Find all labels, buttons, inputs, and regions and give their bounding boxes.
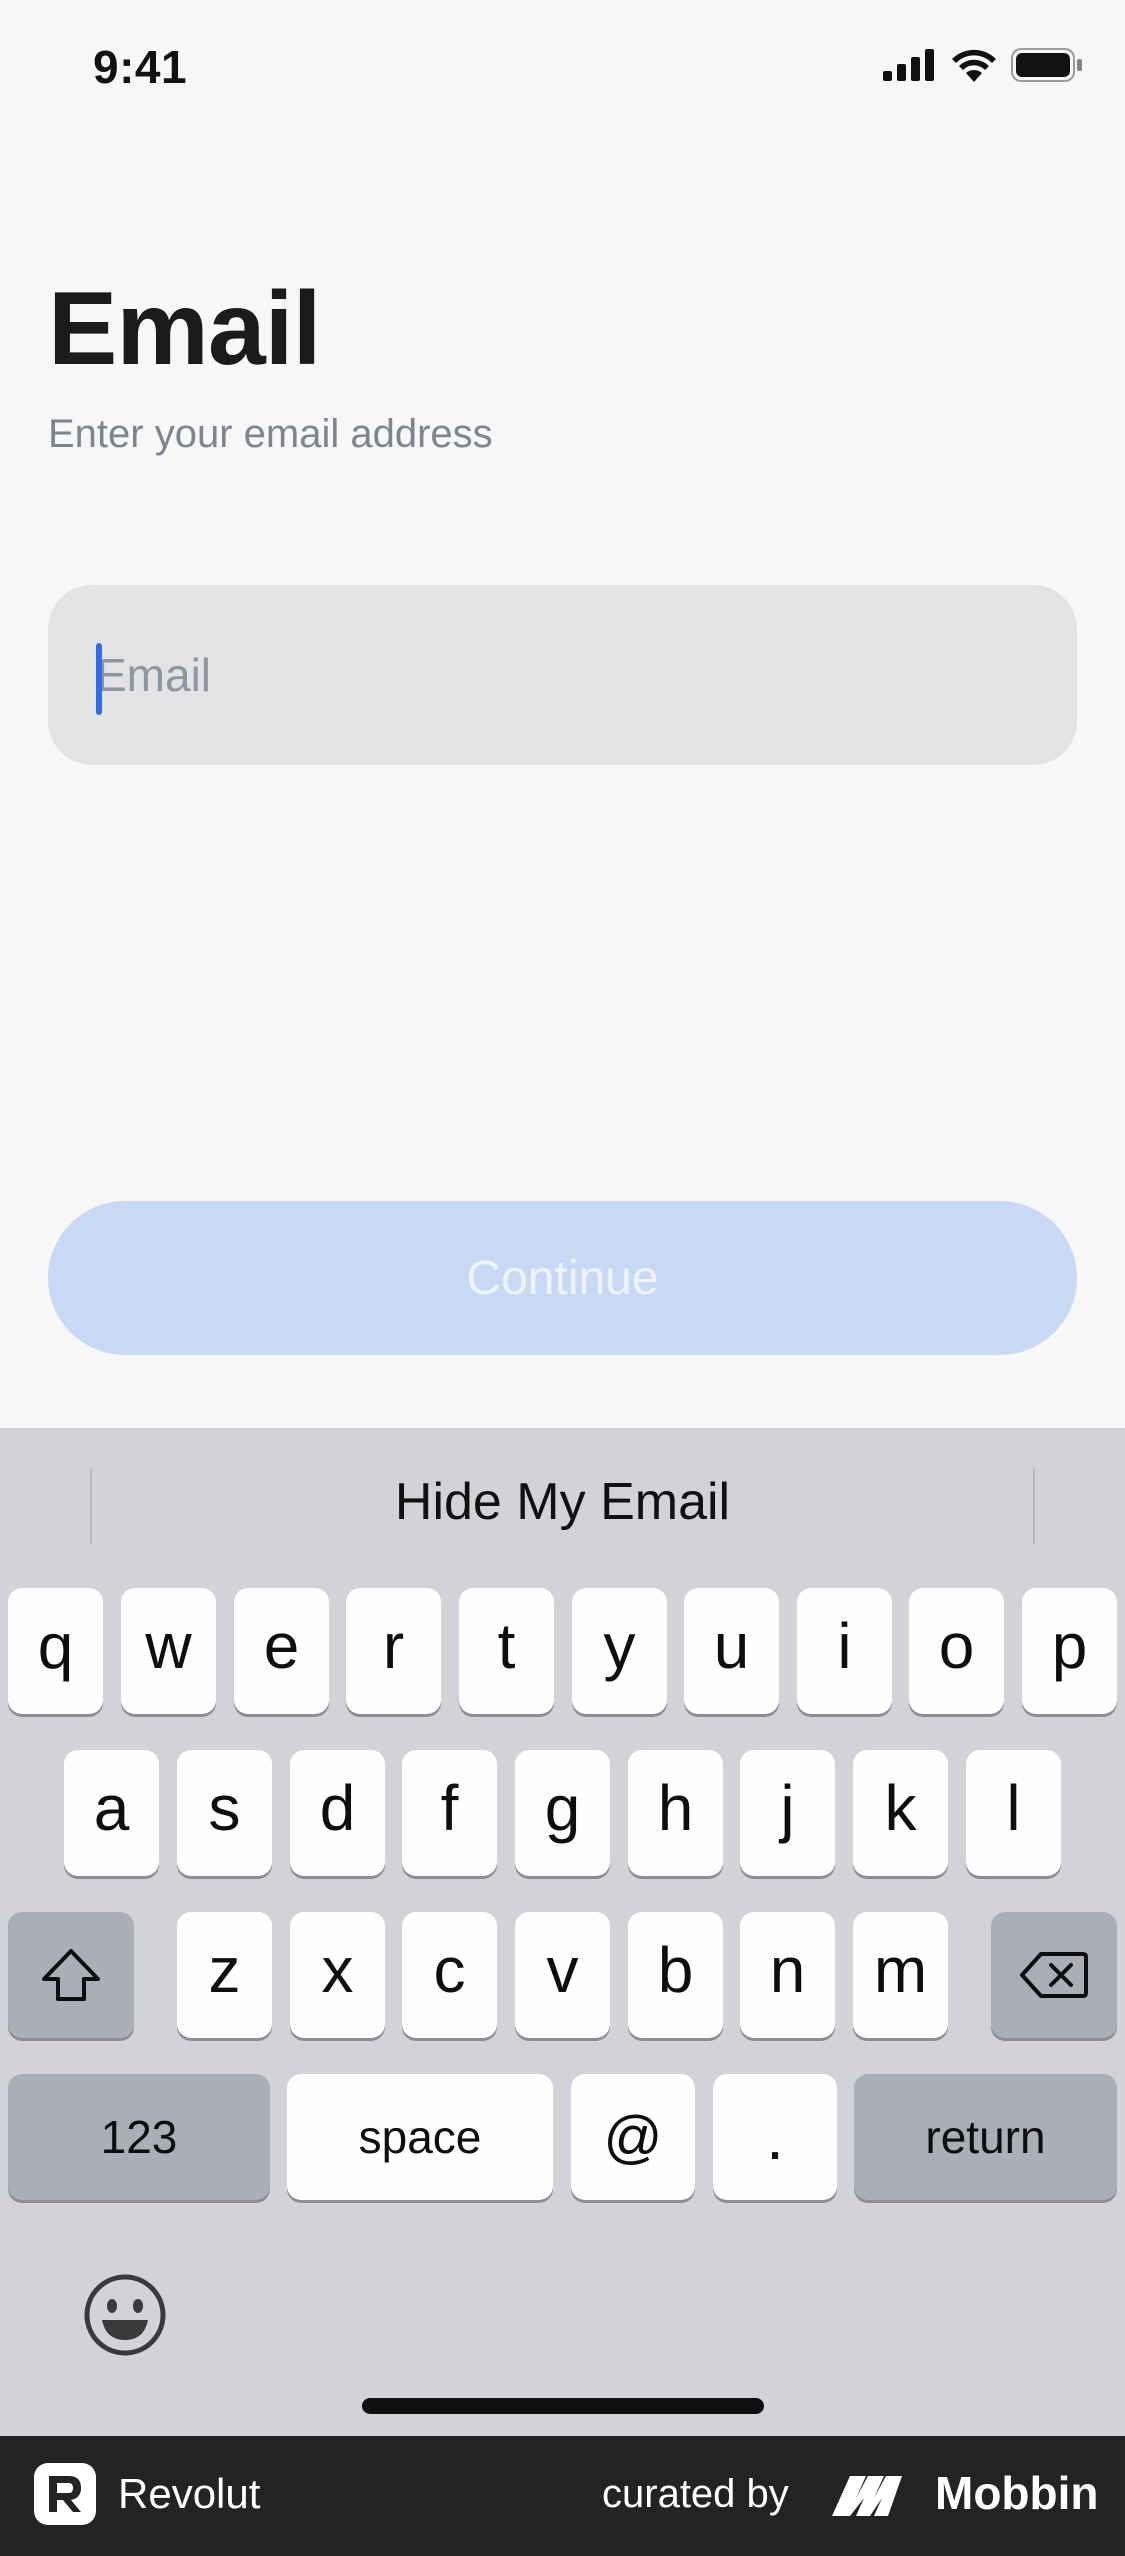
space-key[interactable]: space <box>287 2074 553 2200</box>
keyboard: Hide My Email q w e r t y u i o p a s d … <box>0 1428 1125 2436</box>
key-n[interactable]: n <box>740 1912 835 2038</box>
home-indicator <box>362 2398 764 2414</box>
curated-by-label: curated by <box>602 2472 789 2516</box>
key-c[interactable]: c <box>402 1912 497 2038</box>
footer: Revolut curated by Mobbin <box>0 2436 1125 2556</box>
emoji-key[interactable] <box>80 2270 170 2360</box>
status-time: 9:41 <box>93 41 188 93</box>
signal-icon <box>883 49 934 81</box>
key-v[interactable]: v <box>515 1912 610 2038</box>
key-h[interactable]: h <box>628 1750 723 1876</box>
delete-icon <box>1020 1952 1088 1998</box>
key-w[interactable]: w <box>121 1588 216 1714</box>
key-z[interactable]: z <box>177 1912 272 2038</box>
battery-icon <box>1011 48 1082 82</box>
email-field[interactable] <box>48 585 1077 765</box>
shift-icon <box>42 1949 100 2001</box>
key-d[interactable]: d <box>290 1750 385 1876</box>
email-input[interactable] <box>96 585 1036 765</box>
status-icons <box>883 48 1083 82</box>
continue-button[interactable]: Continue <box>48 1201 1077 1355</box>
mobbin-logo-icon <box>832 2476 902 2516</box>
key-y[interactable]: y <box>572 1588 667 1714</box>
key-u[interactable]: u <box>684 1588 779 1714</box>
at-key[interactable]: @ <box>571 2074 695 2200</box>
curator-name: Mobbin <box>935 2467 1099 2519</box>
emoji-icon <box>84 2274 166 2356</box>
page-subtitle: Enter your email address <box>48 412 493 456</box>
key-p[interactable]: p <box>1022 1588 1117 1714</box>
delete-key[interactable] <box>991 1912 1117 2038</box>
key-k[interactable]: k <box>853 1750 948 1876</box>
key-q[interactable]: q <box>8 1588 103 1714</box>
suggestion-divider <box>1033 1468 1035 1544</box>
key-m[interactable]: m <box>853 1912 948 2038</box>
key-f[interactable]: f <box>402 1750 497 1876</box>
key-g[interactable]: g <box>515 1750 610 1876</box>
status-bar: 9:41 <box>0 0 1125 140</box>
key-a[interactable]: a <box>64 1750 159 1876</box>
key-j[interactable]: j <box>740 1750 835 1876</box>
key-x[interactable]: x <box>290 1912 385 2038</box>
key-t[interactable]: t <box>459 1588 554 1714</box>
key-r[interactable]: r <box>346 1588 441 1714</box>
key-s[interactable]: s <box>177 1750 272 1876</box>
key-b[interactable]: b <box>628 1912 723 2038</box>
key-e[interactable]: e <box>234 1588 329 1714</box>
key-l[interactable]: l <box>966 1750 1061 1876</box>
hide-my-email-suggestion[interactable]: Hide My Email <box>0 1472 1125 1532</box>
shift-key[interactable] <box>8 1912 134 2038</box>
brand-name: Revolut <box>118 2470 261 2517</box>
dot-key[interactable]: . <box>713 2074 837 2200</box>
key-o[interactable]: o <box>909 1588 1004 1714</box>
numbers-key[interactable]: 123 <box>8 2074 270 2200</box>
text-caret <box>96 643 102 715</box>
return-key[interactable]: return <box>854 2074 1117 2200</box>
suggestion-bar: Hide My Email <box>0 1428 1125 1578</box>
key-i[interactable]: i <box>797 1588 892 1714</box>
wifi-icon <box>952 49 996 82</box>
page-title: Email <box>48 271 321 387</box>
revolut-logo-icon <box>34 2463 96 2525</box>
